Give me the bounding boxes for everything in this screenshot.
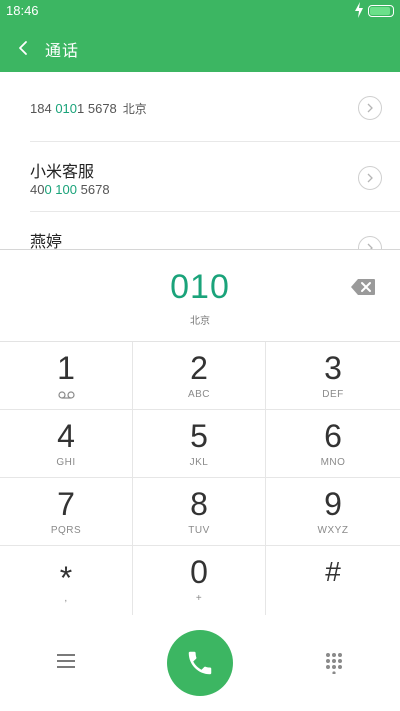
list-item[interactable]: 燕婷 [0, 212, 400, 250]
key-0[interactable]: 0 + [133, 546, 266, 616]
bottom-bar [0, 615, 400, 711]
key-4[interactable]: 4 GHI [0, 410, 133, 478]
status-bar: 18:46 [0, 0, 400, 22]
key-hash[interactable]: # [266, 546, 400, 616]
header: 通话 [0, 26, 400, 70]
back-arrow-icon [19, 41, 27, 55]
key-9[interactable]: 9 WXYZ [266, 478, 400, 546]
key-8[interactable]: 8 TUV [133, 478, 266, 546]
backspace-button[interactable] [350, 278, 376, 296]
dialed-number: 010 [170, 268, 230, 306]
list-item[interactable]: 184 0101 5678 北京 [0, 72, 400, 142]
app-bar: 18:46 通话 [0, 0, 400, 72]
dial-input-area: 010 北京 [0, 250, 400, 342]
chevron-right-icon [367, 173, 373, 183]
key-1[interactable]: 1 [0, 342, 133, 410]
chevron-right-icon [367, 103, 373, 113]
contact-name: 燕婷 [30, 232, 63, 250]
dialpad-toggle-button[interactable] [325, 652, 343, 675]
key-star[interactable]: * , [0, 546, 133, 616]
contact-number: 400 100 5678 [30, 182, 110, 197]
contact-detail-button[interactable] [358, 166, 382, 190]
phone-icon [188, 651, 212, 675]
call-button[interactable] [167, 630, 233, 696]
back-button[interactable] [10, 34, 36, 62]
dial-keypad: 1 2 ABC 3 DEF 4 GHI 5 JKL 6 MNO 7 PQRS 8… [0, 341, 400, 616]
key-5[interactable]: 5 JKL [133, 410, 266, 478]
contact-number: 184 0101 5678 北京 [30, 101, 147, 116]
status-time: 18:46 [6, 3, 39, 18]
contact-location: 北京 [122, 102, 147, 116]
list-item[interactable]: 小米客服 400 100 5678 [0, 142, 400, 212]
key-6[interactable]: 6 MNO [266, 410, 400, 478]
page-title: 通话 [45, 41, 80, 60]
contact-detail-button[interactable] [358, 96, 382, 120]
key-7[interactable]: 7 PQRS [0, 478, 133, 546]
charging-icon [355, 2, 363, 18]
key-3[interactable]: 3 DEF [266, 342, 400, 410]
dialpad-icon [326, 653, 342, 675]
battery-icon [368, 5, 394, 17]
backspace-icon [351, 279, 375, 295]
menu-button[interactable] [56, 653, 76, 669]
menu-icon [57, 654, 75, 668]
dialed-location: 北京 [190, 316, 210, 327]
contact-detail-button[interactable] [358, 236, 382, 250]
key-2[interactable]: 2 ABC [133, 342, 266, 410]
voicemail-icon [58, 391, 75, 399]
contact-match-list: 184 0101 5678 北京 小米客服 400 100 5678 燕婷 [0, 72, 400, 250]
contact-name: 小米客服 [30, 162, 95, 181]
